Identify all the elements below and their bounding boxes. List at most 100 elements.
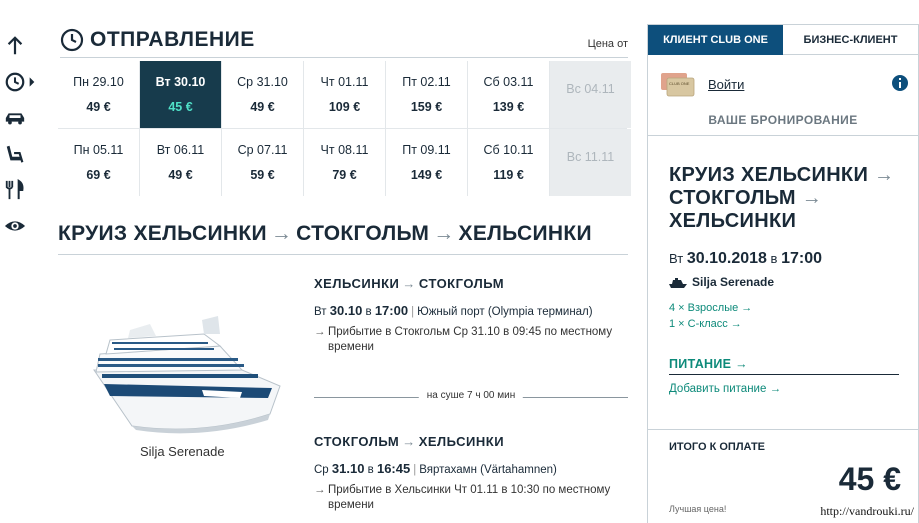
add-food-link[interactable]: Добавить питание →	[669, 383, 781, 395]
total-label: ИТОГО К ОПЛАТЕ	[669, 441, 766, 453]
leg-to: СТОКГОЛЬМ	[418, 276, 505, 291]
leg-port: Южный порт (Olympia терминал)	[417, 306, 593, 318]
leg-day: Ср	[314, 464, 329, 476]
nav-view-button[interactable]	[4, 212, 36, 240]
departure-header: ОТПРАВЛЕНИЕ Цена от	[60, 26, 628, 58]
separator: |	[413, 464, 417, 476]
date-price: 109 €	[328, 100, 361, 114]
date-cell: Вс 11.11	[550, 129, 631, 196]
info-icon[interactable]	[892, 75, 908, 91]
date-cell[interactable]: Чт 08.11 79 €	[304, 129, 385, 196]
tab-club-one[interactable]: КЛИЕНТ CLUB ONE	[648, 25, 783, 55]
summary-line2: СТОКГОЛЬМ	[669, 187, 796, 209]
summary-ship: Silja Serenade	[669, 275, 774, 289]
nav-departure-button[interactable]	[4, 68, 36, 96]
leg-in: в	[367, 464, 374, 476]
date-label: Пн 29.10	[73, 75, 124, 89]
ship-image	[93, 316, 281, 434]
leg-title: СТОКГОЛЬМ → ХЕЛЬСИНКИ	[314, 434, 628, 449]
date-cell[interactable]: Пт 02.11 159 €	[386, 61, 467, 128]
caret-right-icon	[29, 77, 35, 87]
departure-title: ОТПРАВЛЕНИЕ	[90, 28, 255, 51]
date-price: 159 €	[410, 100, 443, 114]
cabin-link[interactable]: 1 × C-класс →	[669, 318, 742, 330]
date-price: 49 €	[168, 168, 193, 182]
nav-car-button[interactable]	[4, 104, 36, 132]
date-cell[interactable]: Ср 07.11 59 €	[222, 129, 303, 196]
date-cell: Вс 04.11	[550, 61, 631, 128]
price-from-label: Цена от	[587, 38, 628, 50]
summary-in: в	[770, 251, 778, 266]
cruise-title: КРУИЗ ХЕЛЬСИНКИ → СТОКГОЛЬМ → ХЕЛЬСИНКИ	[58, 222, 628, 255]
date-label: Вс 11.11	[566, 150, 615, 164]
summary-date-value: 30.10.2018	[686, 250, 767, 267]
leg-from: СТОКГОЛЬМ	[314, 434, 400, 449]
cruise-via: СТОКГОЛЬМ	[296, 222, 430, 245]
leg-departure: Вт 30.10 в 17:00 | Южный порт (Olympia тер…	[314, 303, 628, 318]
separator: |	[411, 306, 415, 318]
date-cell[interactable]: Сб 10.11 119 €	[468, 129, 549, 196]
leg-time: 17:00	[374, 303, 409, 318]
booking-panel: КЛИЕНТ CLUB ONE БИЗНЕС-КЛИЕНТ CLUB ONE В…	[647, 24, 919, 523]
date-cell[interactable]: Ср 31.10 49 €	[222, 61, 303, 128]
leg-in: в	[365, 306, 372, 318]
date-cell[interactable]: Пн 05.11 69 €	[58, 129, 139, 196]
nav-top-button[interactable]	[4, 32, 36, 60]
date-cell[interactable]: Вт 06.11 49 €	[140, 129, 221, 196]
arrow-right-icon: →	[402, 276, 416, 291]
leg-port: Вяртахамн (Värtahamnen)	[419, 464, 557, 476]
summary-day: Вт	[669, 251, 684, 266]
date-price: 49 €	[250, 100, 275, 114]
leg-date: 31.10	[331, 461, 365, 476]
clock-icon	[5, 72, 25, 92]
date-cell[interactable]: Пн 29.10 49 €	[58, 61, 139, 128]
login-link[interactable]: Войти	[708, 77, 744, 92]
date-cell[interactable]: Сб 03.11 139 €	[468, 61, 549, 128]
nav-food-button[interactable]	[4, 176, 36, 204]
eye-icon	[4, 221, 26, 231]
leg-to: ХЕЛЬСИНКИ	[418, 434, 505, 449]
adults-link[interactable]: 4 × Взрослые →	[669, 302, 752, 314]
nav-seat-button[interactable]	[4, 140, 36, 168]
leg-time: 16:45	[376, 461, 411, 476]
date-label: Сб 03.11	[483, 75, 534, 89]
watermark: http://vandrouki.ru/	[818, 504, 916, 519]
leg-from: ХЕЛЬСИНКИ	[314, 276, 400, 291]
cutlery-icon	[5, 179, 24, 200]
date-cell[interactable]: Вт 30.10 45 €	[140, 61, 221, 128]
date-label: Пт 09.11	[402, 143, 451, 157]
leg-date: 30.10	[329, 303, 363, 318]
leg-outbound: ХЕЛЬСИНКИ → СТОКГОЛЬМ Вт 30.10 в 17:00 | Южн…	[314, 276, 628, 355]
summary-line3: ХЕЛЬСИНКИ	[669, 210, 797, 232]
date-label: Вт 06.11	[156, 143, 205, 157]
arrow-right-icon: →	[433, 222, 455, 245]
date-price: 79 €	[332, 168, 357, 182]
date-label: Вс 04.11	[566, 82, 615, 96]
client-tabs: КЛИЕНТ CLUB ONE БИЗНЕС-КЛИЕНТ	[648, 25, 918, 55]
onshore-duration: на суше 7 ч 00 мин	[418, 390, 524, 401]
date-label: Вт 30.10	[155, 75, 206, 89]
leg-departure: Ср 31.10 в 16:45 | Вяртахамн (Värtahamnen)	[314, 461, 628, 476]
date-cell[interactable]: Пт 09.11 149 €	[386, 129, 467, 196]
tab-business[interactable]: БИЗНЕС-КЛИЕНТ	[783, 25, 918, 55]
total-price: 45 €	[838, 461, 901, 497]
club-card-icon: CLUB ONE	[661, 73, 695, 97]
date-label: Пн 05.11	[73, 143, 124, 157]
leg-day: Вт	[314, 306, 327, 318]
date-price: 49 €	[86, 100, 111, 114]
card-label: CLUB ONE	[669, 81, 690, 86]
ship-name: Silja Serenade	[140, 444, 225, 459]
cruise-from: КРУИЗ ХЕЛЬСИНКИ	[58, 222, 267, 245]
date-label: Чт 08.11	[320, 143, 369, 157]
food-heading[interactable]: ПИТАНИЕ →	[669, 357, 899, 375]
ship-icon	[669, 278, 687, 288]
divider	[648, 135, 918, 136]
best-price-label: Лучшая цена!	[669, 504, 727, 514]
leg-arrival: Прибытие в Хельсинки Чт 01.11 в 10:30 по…	[314, 483, 628, 513]
summary-date: Вт 30.10.2018 в 17:00	[669, 250, 822, 268]
cruise-to: ХЕЛЬСИНКИ	[458, 222, 592, 245]
onshore-divider: на суше 7 ч 00 мин	[314, 390, 628, 404]
leg-arrival: Прибытие в Стокгольм Ср 31.10 в 09:45 по…	[314, 325, 628, 355]
date-cell[interactable]: Чт 01.11 109 €	[304, 61, 385, 128]
arrow-right-icon: →	[873, 164, 895, 186]
